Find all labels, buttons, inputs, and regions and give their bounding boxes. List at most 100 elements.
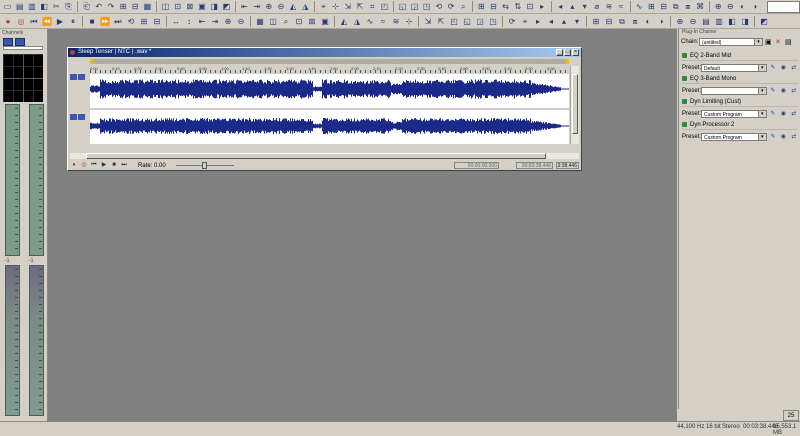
- plugin-1-edit-icon[interactable]: ✎: [769, 64, 777, 71]
- toolbar-tool-icon[interactable]: ◭: [288, 1, 299, 13]
- channel-1-mute-button[interactable]: [78, 74, 85, 80]
- toolbar-tool-icon[interactable]: ⊕: [263, 1, 274, 13]
- play-button[interactable]: ▶: [100, 162, 108, 169]
- toolbar-tool-icon[interactable]: ⊖: [725, 1, 736, 13]
- toolbar-tool-icon[interactable]: ≈: [616, 1, 627, 13]
- toolbar-tool-icon[interactable]: ▶: [54, 16, 66, 28]
- go-to-end-button[interactable]: ⏭: [120, 162, 128, 169]
- toolbar-tool-icon[interactable]: ▦: [254, 16, 266, 28]
- toolbar-tool-icon[interactable]: ∿: [364, 16, 376, 28]
- toolbar-tool-icon[interactable]: ⊞: [590, 16, 602, 28]
- toolbar-tool-icon[interactable]: ▤: [14, 1, 25, 13]
- toolbar-tool-icon[interactable]: ↕: [183, 16, 195, 28]
- toolbar-tool-icon[interactable]: ⊟: [130, 1, 141, 13]
- toolbar-tool-icon[interactable]: ⏩: [99, 16, 111, 28]
- maximize-icon[interactable]: □: [564, 49, 571, 56]
- toolbar-tool-icon[interactable]: ⏸: [67, 16, 79, 28]
- plugin-4-header[interactable]: Dyn Processor 2: [682, 120, 798, 130]
- toolbar-tool-icon[interactable]: ◮: [351, 16, 363, 28]
- plugin-enabled-icon[interactable]: [682, 99, 687, 104]
- toolbar-tool-icon[interactable]: ▴: [558, 16, 570, 28]
- toolbar-tool-icon[interactable]: ◳: [421, 1, 432, 13]
- plugin-1-preview-icon[interactable]: ◉: [779, 64, 787, 71]
- toolbar-tool-icon[interactable]: ◱: [461, 16, 473, 28]
- chevron-down-icon[interactable]: ▾: [757, 87, 766, 94]
- overview-bar[interactable]: [90, 59, 569, 64]
- toolbar-tool-icon[interactable]: ⇲: [422, 16, 434, 28]
- toolbar-tool-icon[interactable]: ◎: [15, 16, 27, 28]
- toolbar-tool-icon[interactable]: ✂: [51, 1, 62, 13]
- waveform-display[interactable]: [90, 74, 569, 144]
- plugin-3-bypass-icon[interactable]: ⇄: [790, 110, 798, 117]
- plugin-3-header[interactable]: Dyn Limiting (Cust): [682, 97, 798, 107]
- plugin-4-bypass-icon[interactable]: ⇄: [790, 133, 798, 140]
- toolbar-tool-icon[interactable]: ⧉: [616, 16, 628, 28]
- toolbar-tool-icon[interactable]: ▴: [567, 1, 578, 13]
- vertical-zoom-scrollbar[interactable]: [570, 66, 579, 144]
- toolbar-tool-icon[interactable]: ◐: [642, 16, 654, 28]
- loop-button[interactable]: ◎: [80, 162, 88, 169]
- toolbar-tool-icon[interactable]: ▣: [196, 1, 207, 13]
- toolbar-tool-icon[interactable]: ⇥: [209, 16, 221, 28]
- toolbar-tool-icon[interactable]: ◩: [221, 1, 232, 13]
- toolbar-tool-icon[interactable]: ■: [86, 16, 98, 28]
- toolbar-tool-icon[interactable]: ⎘: [63, 1, 74, 13]
- plugin-3-preview-icon[interactable]: ◉: [779, 110, 787, 117]
- chevron-down-icon[interactable]: ▾: [754, 39, 762, 45]
- chain-select[interactable]: (untitled) ▾: [699, 38, 763, 46]
- toolbar-tool-icon[interactable]: ⊟: [603, 16, 615, 28]
- toolbar-tool-icon[interactable]: ◰: [448, 16, 460, 28]
- toolbar-tool-icon[interactable]: ⊕: [222, 16, 234, 28]
- toolbar-tool-icon[interactable]: ⊟: [151, 16, 163, 28]
- toolbar-tool-icon[interactable]: ◰: [379, 1, 390, 13]
- close-icon[interactable]: ×: [572, 49, 579, 56]
- toolbar-tool-icon[interactable]: ▦: [142, 1, 153, 13]
- toolbar-tool-icon[interactable]: ⇤: [239, 1, 250, 13]
- toolbar-tool-icon[interactable]: ◱: [397, 1, 408, 13]
- toolbar-tool-icon[interactable]: ◮: [300, 1, 311, 13]
- toolbar-tool-icon[interactable]: ⟲: [433, 1, 444, 13]
- toolbar-tool-icon[interactable]: ◨: [209, 1, 220, 13]
- toolbar-tool-icon[interactable]: ⧈: [629, 16, 641, 28]
- channel-2-mute-button[interactable]: [78, 114, 85, 120]
- plugin-3-edit-icon[interactable]: ✎: [769, 110, 777, 117]
- toolbar-tool-icon[interactable]: ⇱: [354, 1, 365, 13]
- toolbar-tool-icon[interactable]: ≋: [390, 16, 402, 28]
- toolbar-tool-icon[interactable]: ◳: [487, 16, 499, 28]
- toolbar-tool-icon[interactable]: ⌘: [694, 1, 705, 13]
- toolbar-tool-icon[interactable]: ▤: [700, 16, 712, 28]
- overview-end-marker[interactable]: [566, 59, 569, 64]
- audio-document-window[interactable]: Sleep Tenser | NTC | .wav * _ □ × 0:00 0:…: [67, 47, 582, 171]
- toolbar-tool-icon[interactable]: ⇲: [342, 1, 353, 13]
- chevron-down-icon[interactable]: ▾: [757, 133, 766, 140]
- chevron-down-icon[interactable]: ▾: [757, 64, 766, 71]
- toolbar-tool-icon[interactable]: ≋: [603, 1, 614, 13]
- play-from-start-button[interactable]: ⏮: [90, 162, 98, 169]
- toolbar-tool-icon[interactable]: ∿: [634, 1, 645, 13]
- plugin-2-bypass-icon[interactable]: ⇄: [790, 87, 798, 94]
- toolbar-tool-icon[interactable]: ◲: [409, 1, 420, 13]
- toolbar-tool-icon[interactable]: ◑: [655, 16, 667, 28]
- toolbar-tool-icon[interactable]: ⌗: [367, 1, 378, 13]
- channel-2-solo-button[interactable]: [70, 114, 77, 120]
- meter-peak-icon[interactable]: [15, 38, 25, 46]
- toolbar-tool-icon[interactable]: ⊞: [476, 1, 487, 13]
- toolbar-tool-icon[interactable]: ⊖: [687, 16, 699, 28]
- toolbar-tool-icon[interactable]: ⏭: [112, 16, 124, 28]
- save-chain-icon[interactable]: ▣: [765, 38, 773, 46]
- toolbar-tool-icon[interactable]: ⊖: [275, 1, 286, 13]
- toolbar-tool-icon[interactable]: ⊟: [658, 1, 669, 13]
- toolbar-tool-icon[interactable]: ▣: [319, 16, 331, 28]
- plugin-2-preset-select[interactable]: ▾: [701, 86, 767, 95]
- toolbar-tool-icon[interactable]: ●: [2, 16, 14, 28]
- toolbar-tool-icon[interactable]: ◨: [739, 16, 751, 28]
- plugin-4-edit-icon[interactable]: ✎: [769, 133, 777, 140]
- toolbar-tool-icon[interactable]: ▥: [713, 16, 725, 28]
- toolbar-zoom-field[interactable]: [767, 0, 800, 13]
- toolbar-tool-icon[interactable]: ⊠: [306, 16, 318, 28]
- toolbar-tool-icon[interactable]: ↶: [93, 1, 104, 13]
- plugin-4-preset-select[interactable]: Custom Program ▾: [701, 132, 767, 141]
- toolbar-tool-icon[interactable]: ⌖: [519, 16, 531, 28]
- toolbar-tool-icon[interactable]: ↷: [105, 1, 116, 13]
- plugin-enabled-icon[interactable]: [682, 53, 687, 58]
